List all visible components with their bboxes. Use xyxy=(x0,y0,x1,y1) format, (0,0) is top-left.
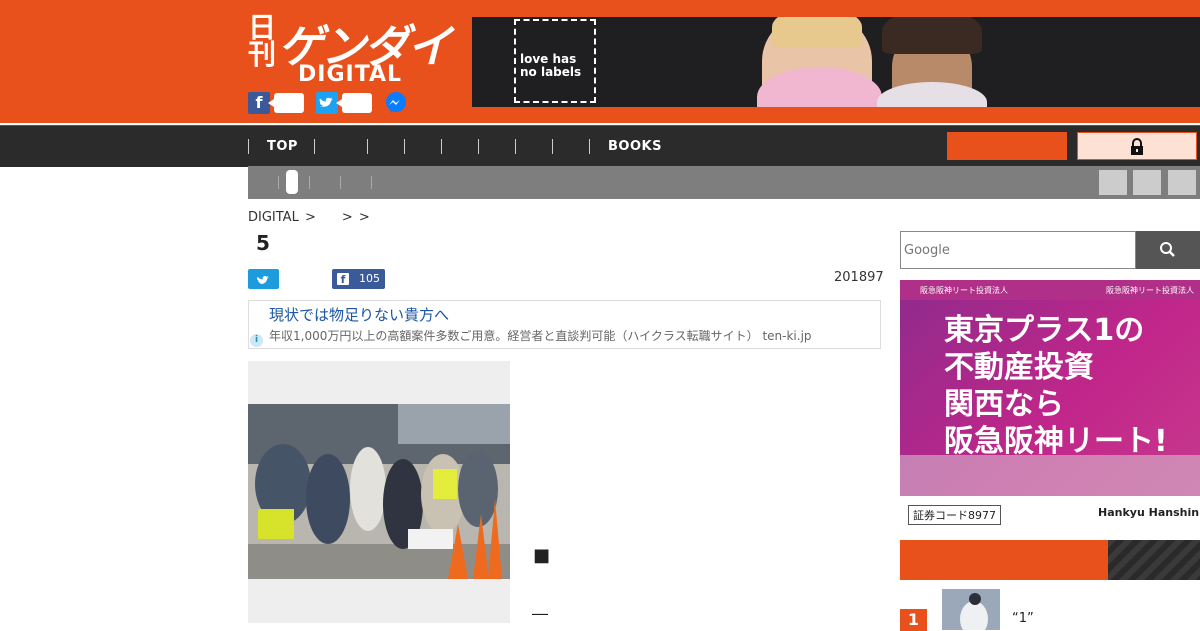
ranking-number: 1 xyxy=(900,609,927,631)
info-icon[interactable]: i xyxy=(250,334,263,347)
lock-icon xyxy=(1131,137,1143,155)
nav-item-4[interactable] xyxy=(444,126,476,167)
subnav-button-1[interactable] xyxy=(1099,170,1127,195)
banner-ad-text: love has no labels xyxy=(520,52,582,79)
ranking-title[interactable]: “1” xyxy=(1012,611,1034,626)
banner-child-left-hair xyxy=(772,17,862,47)
facebook-icon: f xyxy=(337,273,349,286)
nav-divider xyxy=(478,139,479,154)
subnav-divider xyxy=(340,176,341,189)
subnav-divider xyxy=(371,176,372,189)
site-header: 日刊 ゲンダイ DIGITAL f love has no labels xyxy=(0,0,1200,123)
main-navigation: TOP BOOKS xyxy=(0,125,1200,167)
facebook-share-widget[interactable]: f xyxy=(248,92,306,114)
subnav-active-indicator[interactable] xyxy=(286,170,298,194)
messenger-icon[interactable] xyxy=(384,91,408,115)
sub-navigation xyxy=(248,166,1200,199)
twitter-share-widget[interactable] xyxy=(316,92,374,114)
logo-sub-text: DIGITAL xyxy=(298,62,403,87)
nav-divider xyxy=(248,139,249,154)
search-button[interactable] xyxy=(1136,231,1200,269)
text-advertisement[interactable]: 現状では物足りない貴方へ 年収1,000万円以上の高額案件多数ご用意。経営者と直… xyxy=(248,300,881,349)
ad-header-left: 阪急阪神リート投資法人 xyxy=(920,286,1008,295)
ad-copy-line: 東京プラス1の xyxy=(944,313,1145,348)
twitter-count-bubble xyxy=(336,93,372,113)
article-date: 201897 xyxy=(834,270,884,285)
ad-footer: 証券コード8977 Hankyu Hanshin REIT xyxy=(900,496,1200,530)
subscribe-button[interactable] xyxy=(947,132,1067,160)
article-photo[interactable] xyxy=(248,404,510,579)
ranking-tab-active[interactable] xyxy=(900,540,1108,580)
ad-copy-line: 関西なら xyxy=(944,387,1064,422)
ranking-tabs xyxy=(900,540,1200,580)
subnav-divider xyxy=(309,176,310,189)
nav-divider xyxy=(552,139,553,154)
search-input[interactable] xyxy=(900,231,1136,269)
nav-item-1[interactable] xyxy=(320,126,364,167)
love-has-no-labels-logo: love has no labels xyxy=(514,19,596,103)
twitter-icon[interactable] xyxy=(316,92,338,114)
ad-header-bar: 阪急阪神リート投資法人 阪急阪神リート投資法人 xyxy=(900,280,1200,300)
search-icon xyxy=(1160,242,1175,257)
facebook-count-bubble xyxy=(268,93,304,113)
ad-brand: Hankyu Hanshin REIT xyxy=(1098,506,1200,519)
facebook-share-button[interactable]: f 105 xyxy=(332,269,385,289)
nav-item-2[interactable] xyxy=(370,126,402,167)
twitter-share-button[interactable] xyxy=(248,269,279,289)
ad-title[interactable]: 現状では物足りない貴方へ xyxy=(269,304,449,325)
nav-divider xyxy=(314,139,315,154)
facebook-icon[interactable]: f xyxy=(248,92,270,114)
ad-stock-code: 証券コード8977 xyxy=(908,505,1001,525)
nav-divider xyxy=(589,139,590,154)
ad-copy-line: 不動産投資 xyxy=(944,350,1094,385)
subnav-button-3[interactable] xyxy=(1168,170,1196,195)
google-search xyxy=(900,231,1200,269)
banner-advertisement[interactable]: love has no labels xyxy=(472,17,1200,107)
ranking-thumbnail[interactable] xyxy=(942,589,1000,630)
breadcrumb[interactable]: DIGITAL > > > xyxy=(248,206,370,225)
ad-header-right: 阪急阪神リート投資法人 xyxy=(1106,286,1194,295)
article-body-dash: ― xyxy=(532,604,548,623)
ad-description: 年収1,000万円以上の高額案件多数ご用意。経営者と直談判可能（ハイクラス転職サ… xyxy=(269,329,812,343)
nav-divider xyxy=(367,139,368,154)
nav-divider xyxy=(404,139,405,154)
nav-item-7[interactable] xyxy=(555,126,587,167)
nav-divider xyxy=(441,139,442,154)
banner-child-right-hair xyxy=(882,17,982,54)
nav-item-5[interactable] xyxy=(481,126,513,167)
ad-city-skyline xyxy=(900,455,1200,496)
ad-copy: 東京プラス1の 不動産投資 関西なら 阪急阪神リート! xyxy=(944,312,1168,460)
article-title: 5 xyxy=(256,231,270,255)
twitter-icon xyxy=(256,275,269,284)
nav-divider xyxy=(515,139,516,154)
article-body-marker: ■ xyxy=(533,545,551,566)
login-button[interactable] xyxy=(1077,132,1197,160)
nav-item-3[interactable] xyxy=(407,126,439,167)
nav-item-top[interactable]: TOP xyxy=(267,126,298,167)
sidebar-advertisement[interactable]: 阪急阪神リート投資法人 阪急阪神リート投資法人 東京プラス1の 不動産投資 関西… xyxy=(900,280,1200,530)
article-photo-frame xyxy=(248,361,510,623)
logo-nikkan: 日刊 xyxy=(248,11,277,71)
ranking-tab-inactive[interactable] xyxy=(1108,540,1200,580)
site-logo[interactable]: 日刊 ゲンダイ DIGITAL xyxy=(248,10,452,88)
subnav-divider xyxy=(278,176,279,189)
nav-item-books[interactable]: BOOKS xyxy=(608,126,662,167)
facebook-share-count: 105 xyxy=(359,272,380,285)
nav-item-6[interactable] xyxy=(518,126,550,167)
subnav-button-2[interactable] xyxy=(1133,170,1161,195)
